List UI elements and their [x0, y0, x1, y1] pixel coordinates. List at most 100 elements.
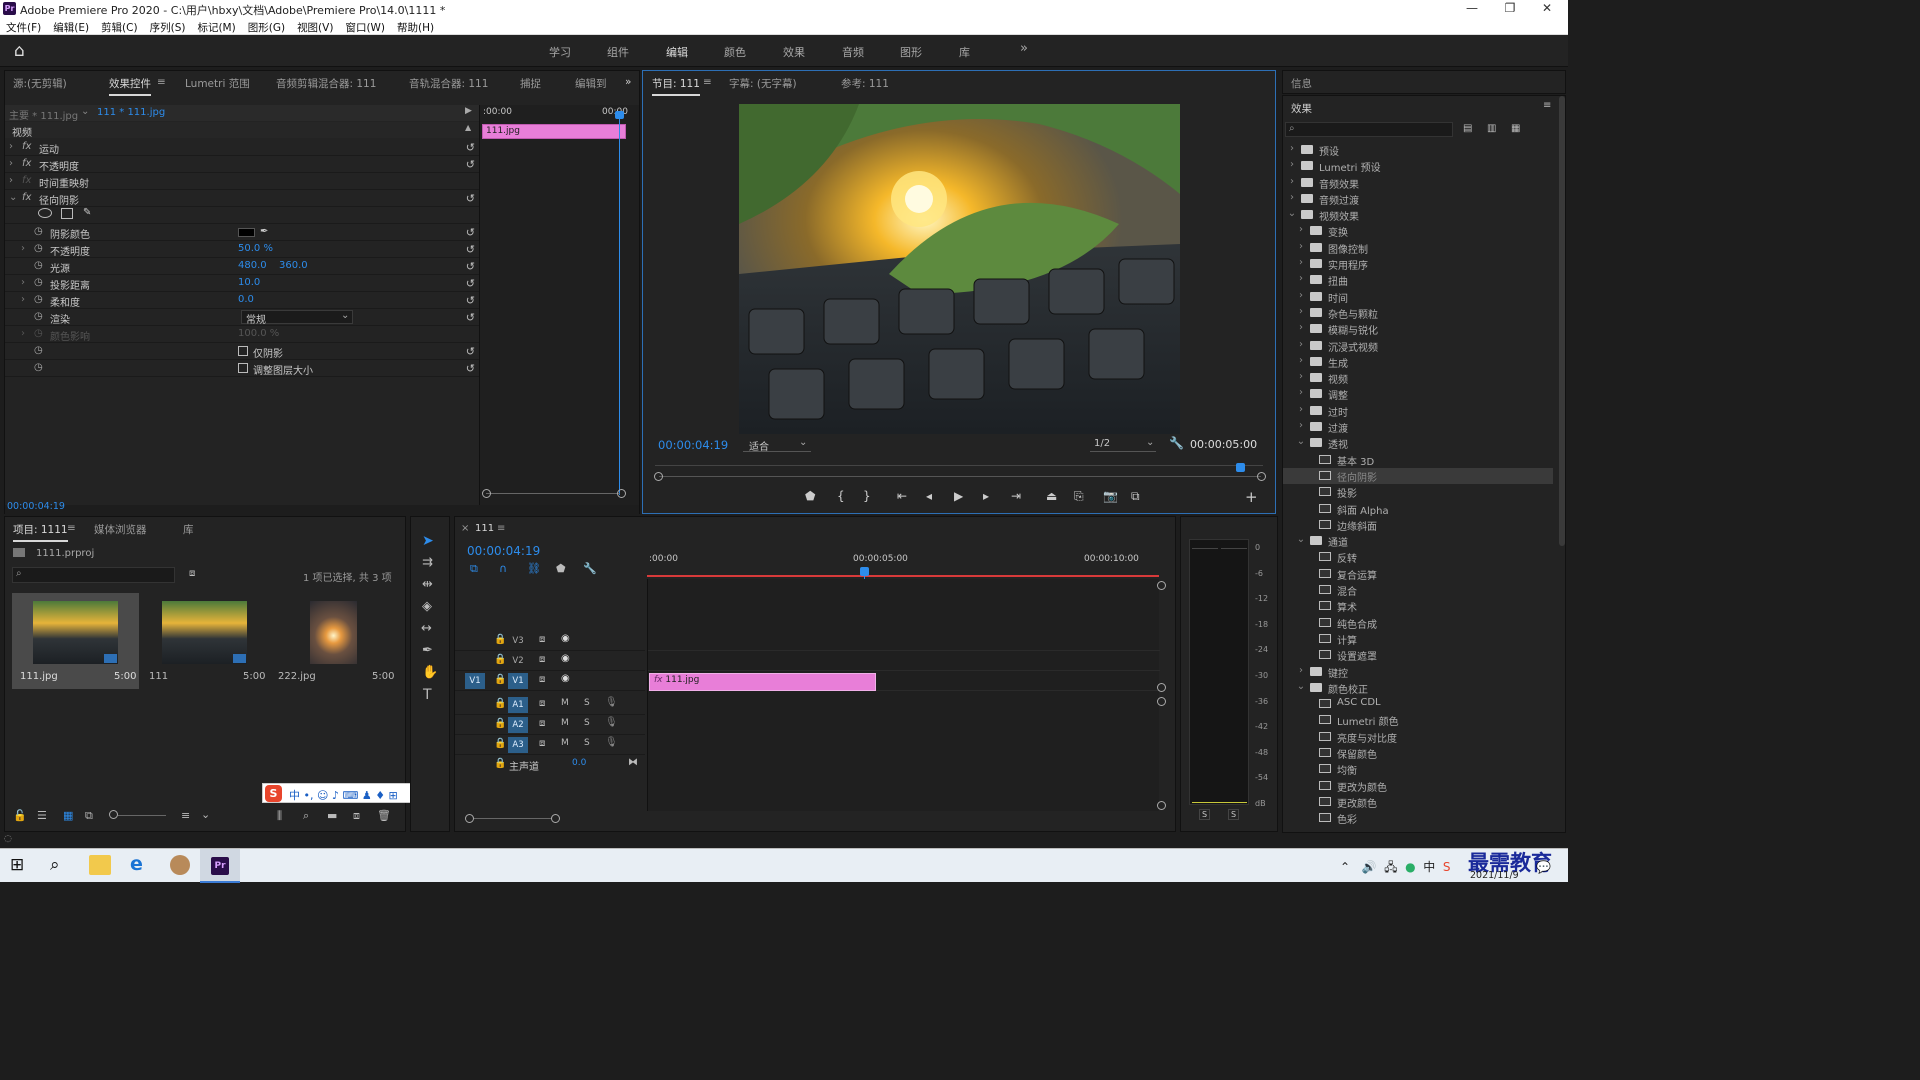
sync-lock-icon[interactable]: ⧈ [539, 674, 545, 685]
effects-tree-item[interactable]: › 变换 [1283, 223, 1553, 239]
windows-start-icon[interactable]: ⊞ [10, 855, 24, 875]
zoom-handle-left[interactable] [465, 814, 474, 823]
sync-lock-icon[interactable]: ⧈ [539, 738, 545, 749]
network-icon[interactable]: 🖧 [1384, 860, 1397, 874]
tab-media-browser[interactable]: 媒体浏览器 [94, 522, 147, 537]
effects-tree-item[interactable]: 更改为颜色 [1283, 778, 1553, 794]
edge-browser-icon[interactable]: e [130, 853, 143, 875]
workspaces-more-icon[interactable]: » [1020, 41, 1028, 56]
effects-tree-item[interactable]: 亮度与对比度 [1283, 729, 1553, 745]
add-marker-icon[interactable]: ⬟ [805, 489, 815, 503]
effects-tree-item[interactable]: › 音频效果 [1283, 175, 1553, 191]
effects-tree-item[interactable]: › 键控 [1283, 664, 1553, 680]
workspace-graphics[interactable]: 图形 [900, 44, 922, 60]
app-avatar-icon[interactable] [170, 855, 190, 875]
effects-tree-item[interactable]: › Lumetri 预设 [1283, 158, 1553, 174]
tab-menu-icon[interactable]: ≡ [703, 76, 712, 88]
timeline-clip[interactable]: fx 111.jpg [649, 673, 876, 691]
effects-scrollbar[interactable] [1559, 96, 1565, 546]
menu-help[interactable]: 帮助(H) [397, 20, 434, 35]
pen-tool-icon[interactable]: ✒ [422, 643, 433, 658]
effects-tree-item[interactable]: 设置遮罩 [1283, 647, 1553, 663]
project-item[interactable]: 111 5:00 [141, 593, 268, 689]
chevron-right-icon[interactable]: › [1296, 420, 1306, 431]
wrench-icon[interactable]: 🔧 [1169, 436, 1184, 450]
solo-icon[interactable]: S [584, 738, 590, 748]
shadow-only-checkbox[interactable] [238, 346, 248, 356]
chevron-right-icon[interactable]: › [1296, 306, 1306, 317]
effects-tree-item[interactable]: 径向阴影 [1283, 467, 1553, 485]
microphone-icon[interactable]: 🎙 [605, 717, 618, 728]
accelerated-effects-icon[interactable]: ▤ [1463, 123, 1472, 134]
tab-sequence[interactable]: 111 [475, 523, 494, 534]
effect-time-remap[interactable]: › fx 时间重映射 [5, 173, 479, 190]
close-tab-icon[interactable]: × [461, 523, 469, 534]
reset-icon[interactable]: ↺ [466, 277, 475, 290]
chevron-right-icon[interactable]: › [1296, 665, 1306, 676]
zoom-handle-left[interactable] [654, 472, 663, 481]
volume-icon[interactable]: 🔊 [1362, 860, 1377, 874]
chevron-right-icon[interactable]: › [1296, 371, 1306, 382]
lock-icon[interactable]: 🔒 [494, 738, 506, 749]
menu-window[interactable]: 窗口(W) [345, 20, 385, 35]
chevron-down-icon[interactable]: ⌄ [1287, 208, 1297, 219]
find-icon[interactable]: ⌕ [303, 809, 309, 823]
tab-captions[interactable]: 字幕: (无字幕) [729, 76, 797, 91]
workspace-effects[interactable]: 效果 [783, 44, 805, 60]
sequence-clip-label[interactable]: 111 * 111.jpg [97, 107, 165, 118]
program-playhead[interactable] [1236, 463, 1246, 472]
param-value[interactable]: 0.0 [238, 294, 254, 305]
tab-audio-track-mixer[interactable]: 音轨混合器: 111 [409, 76, 488, 91]
chevron-down-icon[interactable]: ⌄ [1296, 681, 1306, 692]
effects-panel-title[interactable]: 效果 [1291, 101, 1312, 116]
timeline-vertical-scrollbar[interactable] [1157, 579, 1166, 811]
eyedropper-icon[interactable]: ✒ [260, 226, 268, 237]
ime-tray-icon[interactable]: 中 [1423, 860, 1435, 874]
effects-tree-item[interactable]: 基本 3D [1283, 452, 1553, 468]
effects-tree-item[interactable]: › 音频过渡 [1283, 191, 1553, 207]
scroll-handle-bottom[interactable] [1157, 801, 1166, 810]
button-editor-add-icon[interactable]: + [1245, 488, 1258, 506]
effects-tree-item[interactable]: ⌄ 颜色校正 [1283, 680, 1553, 696]
chevron-right-icon[interactable]: › [1296, 322, 1306, 333]
play-only-audio-icon[interactable]: ▶ [465, 106, 472, 116]
timeline-ruler[interactable]: :00:00 00:00:05:00 00:00:10:00 [647, 549, 1159, 577]
go-to-in-icon[interactable]: ⇤ [897, 489, 907, 503]
info-panel-title[interactable]: 信息 [1291, 76, 1312, 91]
step-back-icon[interactable]: ◂ [926, 489, 932, 503]
menu-view[interactable]: 视图(V) [297, 20, 333, 35]
microphone-icon[interactable]: 🎙 [605, 697, 618, 708]
zoom-bar[interactable] [474, 818, 552, 819]
timeline-horizontal-scrollbar[interactable] [465, 813, 1155, 825]
sync-lock-icon[interactable]: ⧈ [539, 698, 545, 709]
comparison-view-icon[interactable]: ⧉ [1131, 489, 1140, 504]
master-clip-label[interactable]: 主要 * 111.jpg [9, 107, 78, 122]
tab-libraries[interactable]: 库 [183, 522, 194, 537]
freeform-view-icon[interactable]: ⧉ [85, 809, 93, 823]
lock-icon[interactable]: 🔓 [13, 809, 27, 822]
effects-tree-item[interactable]: 投影 [1283, 484, 1553, 500]
type-tool-icon[interactable]: T [423, 687, 432, 703]
chevron-right-icon[interactable]: › [1296, 257, 1306, 268]
project-item[interactable]: 111.jpg 5:00 [12, 593, 139, 689]
effects-tree-item[interactable]: › 过时 [1283, 403, 1553, 419]
reset-icon[interactable]: ↺ [466, 345, 475, 358]
effect-motion[interactable]: › fx 运动 ↺ [5, 139, 479, 156]
lock-icon[interactable]: 🔒 [494, 674, 506, 685]
reset-icon[interactable]: ↺ [466, 362, 475, 375]
effects-tree-item[interactable]: › 生成 [1283, 354, 1553, 370]
menu-graphics[interactable]: 图形(G) [248, 20, 285, 35]
zoom-slider[interactable] [118, 815, 166, 816]
chevron-right-icon[interactable]: › [1296, 339, 1306, 350]
chevron-down-icon[interactable]: ⌄ [201, 808, 210, 821]
scroll-handle-top[interactable] [1157, 581, 1166, 590]
mute-icon[interactable]: M [561, 718, 569, 728]
mute-icon[interactable]: M [561, 698, 569, 708]
lock-icon[interactable]: 🔒 [494, 634, 506, 645]
tabs-more-icon[interactable]: » [625, 76, 631, 88]
pen-mask-icon[interactable]: ✎ [83, 207, 91, 218]
solo-icon[interactable]: S [584, 718, 590, 728]
new-bin-icon[interactable]: ▬ [327, 809, 337, 822]
timeline-timecode[interactable]: 00:00:04:19 [467, 544, 540, 558]
eye-icon[interactable]: ◉ [561, 653, 570, 664]
